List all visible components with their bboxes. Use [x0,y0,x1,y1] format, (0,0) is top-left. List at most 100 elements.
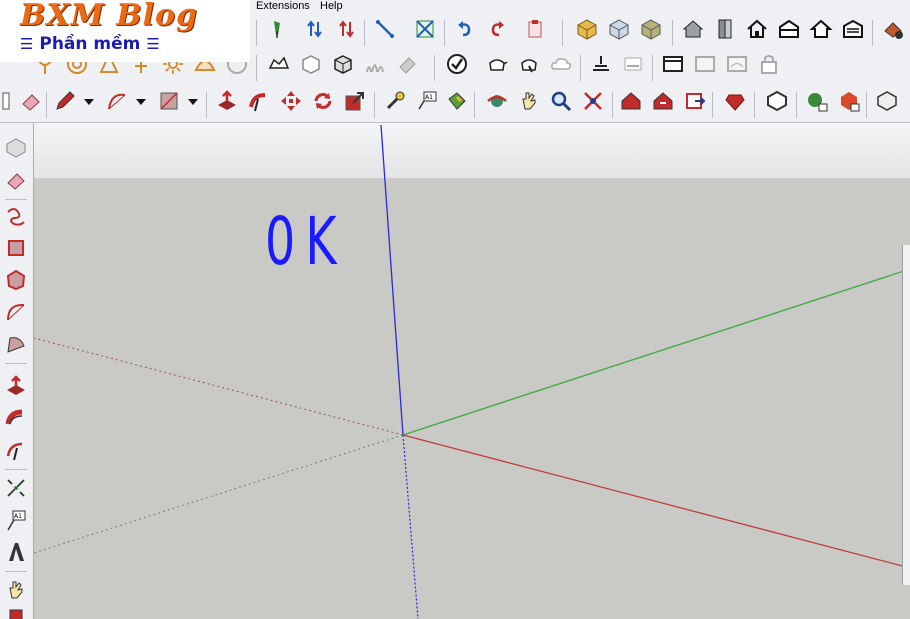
separator [866,92,867,118]
ruby-icon[interactable] [722,88,748,114]
arc-icon[interactable] [3,299,29,325]
axis-red [402,434,910,569]
pan-icon[interactable] [3,577,29,603]
home-icon[interactable] [744,16,770,42]
separator [256,55,257,81]
sketchup-window: Extensions Help A1 A1 0K BXM Blog ☰ Phần… [0,0,910,619]
left-toolbar: A1 [0,123,34,619]
lock-icon[interactable] [756,51,782,77]
side-panel-edge[interactable] [902,245,910,585]
terrain-icon[interactable] [266,51,292,77]
push-pull-icon[interactable] [214,88,240,114]
select-icon[interactable] [3,135,29,161]
orbit-icon[interactable] [484,88,510,114]
separator [672,20,673,46]
text-icon[interactable]: A1 [414,88,440,114]
chevron-down-icon[interactable] [180,88,206,114]
svg-text:A1: A1 [14,513,22,520]
house-icon[interactable] [680,16,706,42]
push-pin-icon[interactable] [264,16,290,42]
redo-icon[interactable] [484,16,510,42]
offset-icon[interactable] [3,437,29,463]
box-texture-icon[interactable] [638,16,664,42]
garage-icon[interactable] [840,16,866,42]
shade-icon[interactable] [874,88,900,114]
tape-measure-icon[interactable] [382,88,408,114]
dimension-icon[interactable] [3,475,29,501]
separator [562,20,563,46]
box-blue-icon[interactable] [606,16,632,42]
rectangle-icon[interactable] [3,235,29,261]
remove-component-icon[interactable] [836,88,862,114]
logo-subtitle-row: ☰ Phần mềm ☰ [20,34,160,54]
house-outline-icon[interactable] [808,16,834,42]
3d-text-icon[interactable] [3,539,29,565]
scale-icon[interactable] [412,16,438,42]
check-icon[interactable] [444,51,470,77]
box-iso-icon[interactable] [298,51,324,77]
box-shaded-icon[interactable] [330,51,356,77]
3d-viewport[interactable]: 0K [34,123,910,619]
text-icon[interactable]: A1 [3,507,29,533]
paste-icon[interactable] [522,16,548,42]
pan-icon[interactable] [516,88,542,114]
rotate-icon[interactable] [310,88,336,114]
eraser-icon[interactable] [18,88,44,114]
chevron-down-icon[interactable] [128,88,154,114]
axis-blue-negative [402,434,419,619]
separator [5,571,27,572]
window-icon[interactable] [660,51,686,77]
scale-tool-icon[interactable] [342,88,368,114]
follow-me-icon[interactable] [3,405,29,431]
paint-bucket-icon[interactable] [444,88,470,114]
share-icon[interactable] [650,88,676,114]
separator [5,363,27,364]
cloud-icon[interactable] [548,51,574,77]
pie-icon[interactable] [3,331,29,357]
outline-icon[interactable] [764,88,790,114]
add-component-icon[interactable] [804,88,830,114]
grass-icon[interactable] [362,51,388,77]
separator [872,20,873,46]
warehouse-red-icon[interactable] [618,88,644,114]
undo-icon[interactable] [452,16,478,42]
move-icon[interactable] [278,88,304,114]
pencil-icon[interactable] [52,88,78,114]
rectangle-icon[interactable] [156,88,182,114]
freehand-icon[interactable] [3,203,29,229]
extension-settings-icon[interactable] [880,16,906,42]
separator [5,199,27,200]
separator [580,55,581,81]
separator [5,469,27,470]
flip-horizontal-icon[interactable] [334,16,360,42]
menu-extensions[interactable]: Extensions [256,0,310,13]
separator [46,92,47,118]
axis-green-negative [34,434,404,554]
stamp-icon[interactable] [588,51,614,77]
eraser-icon[interactable] [3,167,29,193]
hand-teapot-icon[interactable] [516,51,542,77]
chevron-down-icon[interactable] [76,88,102,114]
separator [444,20,445,46]
polygon-icon[interactable] [3,267,29,293]
axis-blue [380,124,404,436]
walk-icon[interactable] [3,605,29,619]
section-fill-icon[interactable] [692,51,718,77]
separator [364,20,365,46]
drape-icon[interactable] [620,51,646,77]
zoom-extents-icon[interactable] [580,88,606,114]
zoom-icon[interactable] [548,88,574,114]
line-tool-icon[interactable] [372,16,398,42]
warehouse-icon[interactable] [776,16,802,42]
follow-me-icon[interactable] [246,88,272,114]
teapot-icon[interactable] [484,51,510,77]
export-icon[interactable] [682,88,708,114]
menu-help[interactable]: Help [320,0,343,13]
box-yellow-icon[interactable] [574,16,600,42]
section-cut-icon[interactable] [724,51,750,77]
eraser-gray-icon[interactable] [394,51,420,77]
flip-vertical-icon[interactable] [302,16,328,42]
door-icon[interactable] [712,16,738,42]
arc-icon[interactable] [104,88,130,114]
push-pull-icon[interactable] [3,373,29,399]
